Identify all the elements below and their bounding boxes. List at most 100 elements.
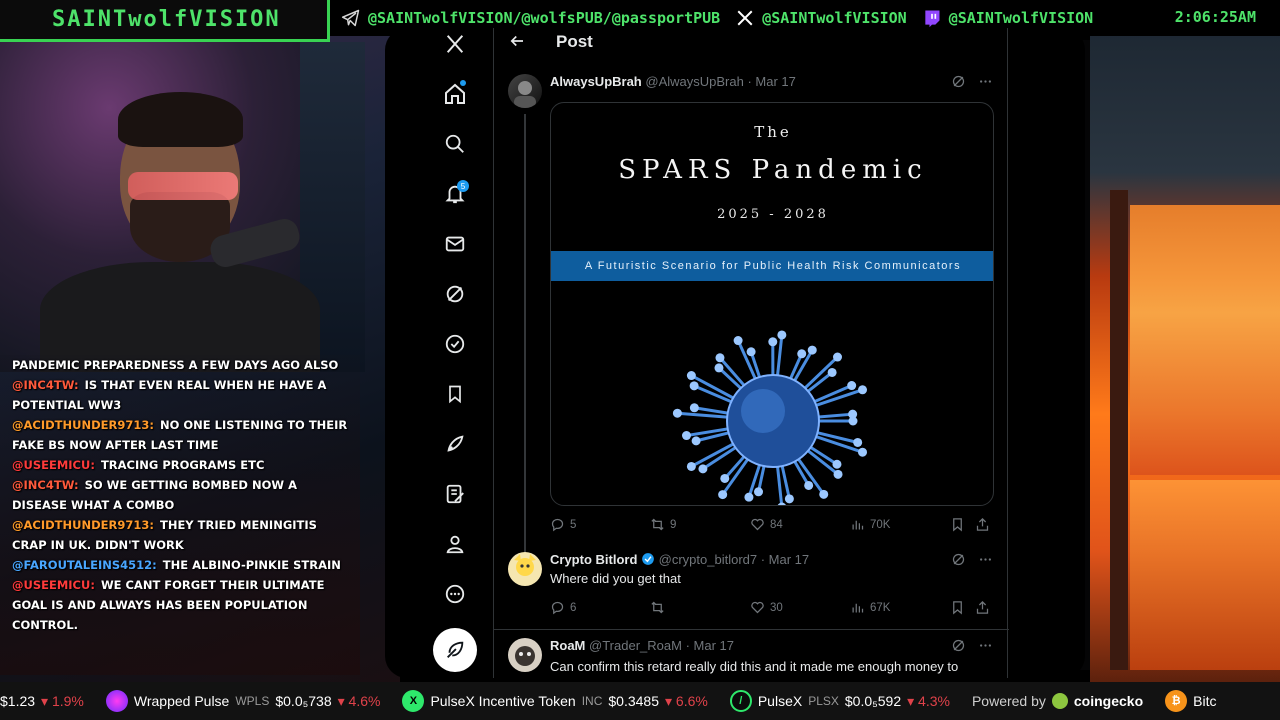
tweet-date: · Mar 17 — [685, 638, 734, 653]
share-icon — [976, 600, 989, 614]
bitcoin-logo-icon: ₿ — [1165, 690, 1188, 712]
back-arrow-icon[interactable] — [508, 32, 528, 52]
repost-action[interactable] — [650, 600, 665, 615]
chat-message: @FAROUTALEINS4512: THE ALBINO-PINKIE STRA… — [12, 555, 348, 575]
bookmark-icon — [953, 601, 962, 615]
more-icon[interactable] — [978, 74, 993, 94]
repost-icon — [651, 518, 664, 531]
plsx-logo-icon: / — [729, 690, 752, 712]
grok-explain-icon[interactable] — [951, 552, 966, 572]
tweet-actions: 5 9 84 70K — [550, 517, 995, 535]
reply-author: RoaM @Trader_RoaM · Mar 17 — [550, 638, 734, 653]
chat-username: @INC4TW: — [12, 378, 79, 392]
grok-icon[interactable] — [435, 274, 475, 314]
like-action[interactable]: 30 — [750, 600, 783, 615]
views-action[interactable]: 70K — [850, 517, 890, 532]
author-handle[interactable]: @AlwaysUpBrah — [645, 74, 743, 89]
avatar[interactable] — [508, 74, 542, 108]
tweet-date: · Mar 17 — [760, 552, 810, 567]
chat-username: @ACIDTHUNDER9713: — [12, 518, 154, 532]
compose-post-button[interactable] — [433, 628, 477, 672]
notifications-icon[interactable]: 5 — [435, 174, 475, 214]
ticker-name: PulseX — [757, 693, 803, 709]
post-thread-column: Post AlwaysUpBrah @AlwaysUpBrah · Mar 17… — [493, 28, 1009, 678]
x-logo-icon — [734, 7, 756, 29]
views-icon — [852, 603, 864, 613]
reply-tweet[interactable]: Crypto Bitlord @crypto_bitlord7 · Mar 17… — [494, 548, 1009, 620]
grok-explain-icon[interactable] — [951, 74, 966, 94]
ticker-item: X PulseX Incentive Token INC $0.3485 ▾ 6… — [402, 690, 708, 712]
chat-username: @USEEMICU: — [12, 578, 95, 592]
views-count: 70K — [870, 518, 891, 531]
stream-clock: 2:06:25AM — [1174, 8, 1256, 26]
chat-message: @ACIDTHUNDER9713: NO ONE LISTENING TO THE… — [12, 415, 348, 455]
x-home-logo-icon[interactable] — [435, 28, 475, 64]
views-action[interactable]: 67K — [850, 600, 890, 615]
avatar[interactable] — [508, 638, 542, 672]
reply-tweet[interactable]: RoaM @Trader_RoaM · Mar 17 Can confirm t… — [494, 634, 1009, 678]
ticker-symbol: PLSX — [808, 694, 839, 708]
profile-icon[interactable] — [435, 524, 475, 564]
fire-glow-lower — [1130, 480, 1280, 670]
like-action[interactable]: 84 — [750, 517, 783, 532]
reply-count: 5 — [570, 518, 577, 531]
media-title-the: The — [754, 123, 792, 141]
ticker-price: $0.3485 — [608, 693, 659, 709]
ticker-symbol: WPLS — [235, 694, 270, 708]
ticker-price: $1.23 — [0, 693, 36, 709]
bookmarks-icon[interactable] — [435, 374, 475, 414]
x-sidebar-nav: 5 — [385, 28, 495, 678]
bookmark-action[interactable] — [950, 517, 965, 532]
author-name[interactable]: AlwaysUpBrah — [550, 74, 642, 89]
author-handle[interactable]: @Trader_RoaM — [589, 638, 682, 653]
verified-orgs-icon[interactable] — [435, 324, 475, 364]
ticker-name: Bitc — [1193, 693, 1217, 709]
chat-text: PANDEMIC PREPAREDNESS A FEW DAYS AGO ALS… — [12, 358, 339, 372]
search-icon[interactable] — [435, 124, 475, 164]
reply-action[interactable]: 5 — [550, 517, 576, 532]
avatar[interactable] — [508, 552, 542, 586]
bookmark-icon — [953, 518, 962, 532]
media-title-main: SPARS Pandemic — [618, 155, 928, 185]
main-tweet[interactable]: AlwaysUpBrah @AlwaysUpBrah · Mar 17 The … — [494, 68, 1009, 554]
messages-icon[interactable] — [435, 224, 475, 264]
more-icon[interactable] — [978, 638, 993, 658]
chat-message: @ACIDTHUNDER9713: THEY TRIED MENINGITIS C… — [12, 515, 348, 555]
author-name[interactable]: Crypto Bitlord — [550, 552, 637, 567]
rocket-icon[interactable] — [435, 424, 475, 464]
fire-glow-upper — [1130, 205, 1280, 475]
thread-line — [524, 114, 526, 554]
tweet-top-icons — [951, 638, 993, 658]
social-handles: @SAINTwolfVISION/@wolfsPUB/@passportPUB … — [340, 6, 1107, 30]
articles-icon[interactable] — [435, 474, 475, 514]
more-options-icon[interactable] — [435, 574, 475, 614]
share-action[interactable] — [975, 517, 990, 532]
tweet-media-image[interactable]: The SPARS Pandemic 2025 - 2028 A Futuris… — [550, 102, 994, 506]
background-right-scene — [1090, 0, 1280, 690]
views-icon — [852, 520, 864, 530]
brand-box: SAINTwolfVISION — [0, 0, 330, 42]
views-count: 67K — [870, 601, 891, 614]
ticker-name: PulseX Incentive Token — [430, 693, 576, 709]
tweet-author: AlwaysUpBrah @AlwaysUpBrah · Mar 17 — [550, 74, 796, 89]
reply-action[interactable]: 6 — [550, 600, 576, 615]
ticker-change: ▾ 6.6% — [665, 692, 708, 709]
twitch-handle: @SAINTwolfVISION — [948, 9, 1094, 27]
tweet-actions: 6 30 67K — [550, 600, 995, 618]
home-icon[interactable] — [435, 74, 475, 114]
share-action[interactable] — [975, 600, 990, 615]
divider — [494, 629, 1009, 630]
chat-text: THE ALBINO-PINKIE STRAIN — [162, 558, 341, 572]
more-icon[interactable] — [978, 552, 993, 572]
tweet-date: · Mar 17 — [747, 74, 796, 89]
author-name[interactable]: RoaM — [550, 638, 585, 653]
author-handle[interactable]: @crypto_bitlord7 — [659, 552, 757, 567]
powered-by-brand: coingecko — [1073, 693, 1144, 709]
ticker-symbol: INC — [581, 694, 603, 708]
heart-icon — [751, 518, 764, 531]
bookmark-action[interactable] — [950, 600, 965, 615]
powered-by: Powered by coingecko — [972, 693, 1143, 709]
twitch-group: @SAINTwolfVISION — [921, 7, 1094, 29]
repost-action[interactable]: 9 — [650, 517, 676, 532]
grok-explain-icon[interactable] — [951, 638, 966, 658]
